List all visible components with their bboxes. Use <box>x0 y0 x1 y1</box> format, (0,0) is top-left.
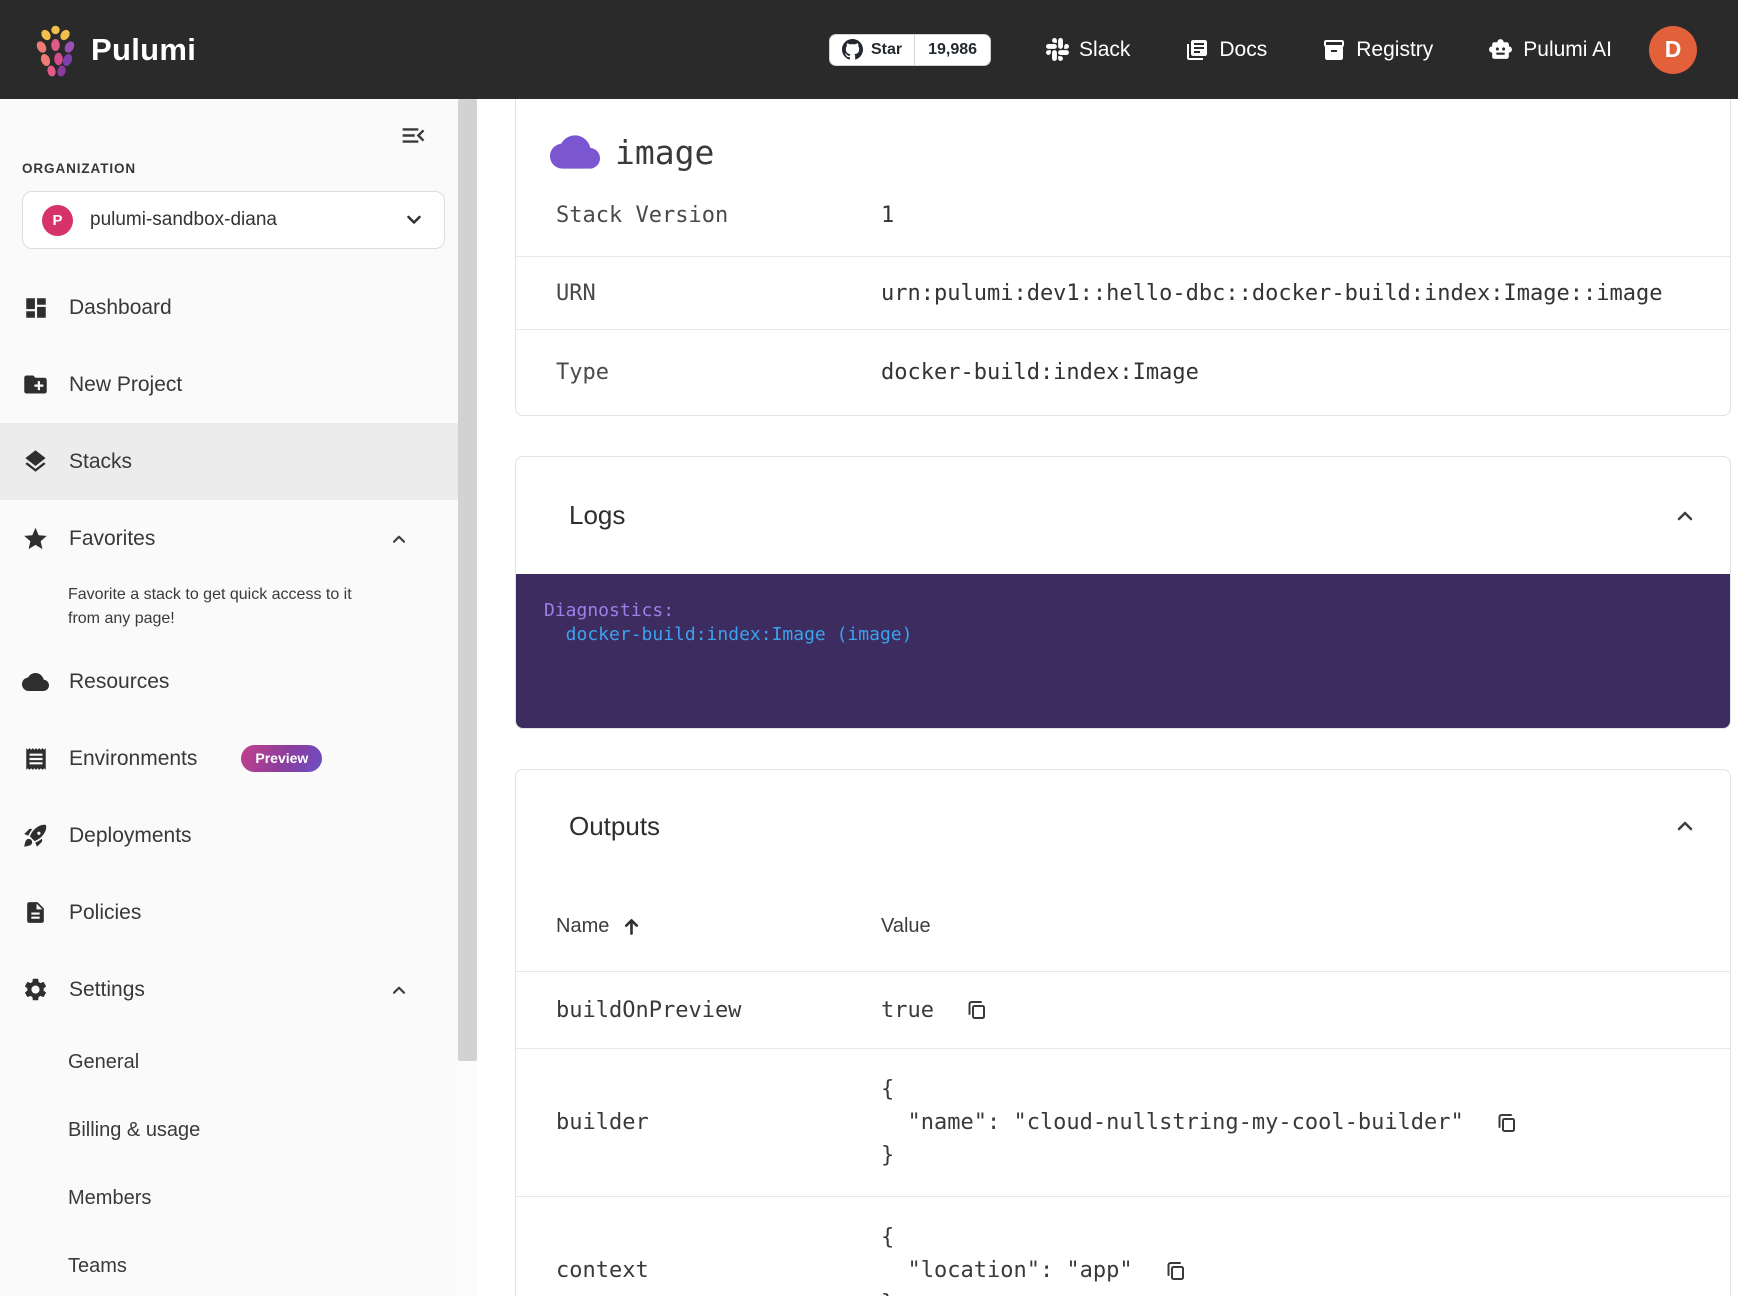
sidebar-subitem-billing[interactable]: Billing & usage <box>0 1096 458 1164</box>
resource-cloud-icon <box>550 127 600 177</box>
outputs-table-header: Name Value <box>516 882 1730 972</box>
output-name: builder <box>556 1110 881 1135</box>
sort-ascending-arrow-icon <box>621 916 642 937</box>
sidebar-item-new-project[interactable]: New Project <box>0 346 458 423</box>
output-value: { "location": "app" } <box>881 1221 1133 1296</box>
brand-name: Pulumi <box>91 32 196 68</box>
nav-link-docs[interactable]: Docs <box>1185 38 1267 62</box>
document-icon <box>22 900 49 925</box>
preview-badge: Preview <box>241 745 322 772</box>
field-label-urn: URN <box>556 281 881 306</box>
field-label-stack-version: Stack Version <box>556 203 881 228</box>
navbar-links: Star 19,986 Slack Docs Registry <box>829 26 1697 74</box>
pulumi-flower-icon <box>33 23 78 77</box>
log-console: Diagnostics: docker-build:index:Image (i… <box>516 574 1730 728</box>
nav-link-slack[interactable]: Slack <box>1046 38 1130 62</box>
sidebar-collapse-icon[interactable] <box>399 121 428 150</box>
organization-selector[interactable]: P pulumi-sandbox-diana <box>22 191 445 249</box>
outputs-sort-name-header[interactable]: Name <box>556 915 881 938</box>
log-line-diagnostics: Diagnostics: <box>544 599 1730 623</box>
logs-collapse-chevron-up-icon[interactable] <box>1674 505 1696 527</box>
sidebar-item-deployments[interactable]: Deployments <box>0 797 458 874</box>
user-avatar[interactable]: D <box>1649 26 1697 74</box>
registry-icon <box>1322 38 1346 62</box>
stacks-layers-icon <box>22 448 49 475</box>
cloud-icon <box>22 668 49 696</box>
output-value: { "name": "cloud-nullstring-my-cool-buil… <box>881 1073 1464 1172</box>
sidebar: ORGANIZATION P pulumi-sandbox-diana Dash… <box>0 99 458 1296</box>
gear-icon <box>22 976 49 1003</box>
star-icon <box>22 525 49 553</box>
sidebar-item-policies[interactable]: Policies <box>0 874 458 951</box>
field-value-urn: urn:pulumi:dev1::hello-dbc::docker-build… <box>881 281 1730 306</box>
nav-link-registry[interactable]: Registry <box>1322 38 1433 62</box>
chevron-down-icon <box>403 209 425 231</box>
output-name: context <box>556 1258 881 1283</box>
docs-icon <box>1185 38 1209 62</box>
rocket-icon <box>22 822 49 849</box>
organization-avatar: P <box>42 205 73 236</box>
new-project-folder-icon <box>22 371 49 398</box>
sidebar-item-favorites[interactable]: Favorites <box>0 500 458 577</box>
nav-link-label: Registry <box>1356 38 1433 62</box>
receipt-list-icon <box>22 746 49 772</box>
sidebar-subitem-members[interactable]: Members <box>0 1164 458 1232</box>
field-value-type: docker-build:index:Image <box>881 360 1730 385</box>
sidebar-nav: Dashboard New Project Stacks Favorites F <box>0 269 458 1296</box>
resource-summary-card: image Stack Version 1 URN urn:pulumi:dev… <box>515 99 1731 416</box>
resource-name-title: image <box>615 133 714 172</box>
sidebar-item-resources[interactable]: Resources <box>0 643 458 720</box>
nav-link-label: Pulumi AI <box>1523 38 1612 62</box>
sidebar-item-dashboard[interactable]: Dashboard <box>0 269 458 346</box>
main-content: image Stack Version 1 URN urn:pulumi:dev… <box>477 99 1738 1296</box>
sidebar-subitem-general[interactable]: General <box>0 1028 458 1096</box>
outputs-collapse-chevron-up-icon[interactable] <box>1674 815 1696 837</box>
output-row-context: context { "location": "app" } <box>516 1197 1730 1296</box>
sidebar-item-settings[interactable]: Settings <box>0 951 458 1028</box>
slack-icon <box>1046 38 1069 61</box>
favorites-hint-text: Favorite a stack to get quick access to … <box>68 583 380 631</box>
output-name: buildOnPreview <box>556 998 881 1023</box>
output-value: true <box>881 994 934 1027</box>
github-icon <box>842 39 863 60</box>
field-value-stack-version: 1 <box>881 203 1730 228</box>
github-star-count: 19,986 <box>914 35 990 65</box>
log-line-resource: docker-build:index:Image (image) <box>544 623 1730 647</box>
sidebar-item-environments[interactable]: Environments Preview <box>0 720 458 797</box>
pulumi-logo[interactable]: Pulumi <box>33 23 196 77</box>
github-star-label: Star <box>871 41 902 59</box>
sidebar-item-stacks[interactable]: Stacks <box>0 423 458 500</box>
nav-link-label: Slack <box>1079 38 1130 62</box>
output-row-buildonpreview: buildOnPreview true <box>516 972 1730 1049</box>
nav-link-pulumi-ai[interactable]: Pulumi AI <box>1488 37 1612 62</box>
organization-name: pulumi-sandbox-diana <box>90 209 386 231</box>
dashboard-icon <box>22 295 49 321</box>
sidebar-subitem-teams[interactable]: Teams <box>0 1232 458 1296</box>
logs-title: Logs <box>569 500 1674 531</box>
organization-section-label: ORGANIZATION <box>22 161 458 176</box>
outputs-value-header: Value <box>881 915 1730 938</box>
chevron-up-icon[interactable] <box>390 981 408 999</box>
copy-icon[interactable] <box>1494 1111 1518 1135</box>
robot-icon <box>1488 37 1513 62</box>
field-label-type: Type <box>556 360 881 385</box>
sidebar-scrollbar-track <box>458 99 477 1296</box>
logs-card: Logs Diagnostics: docker-build:index:Ima… <box>515 456 1731 729</box>
output-row-builder: builder { "name": "cloud-nullstring-my-c… <box>516 1049 1730 1197</box>
chevron-up-icon[interactable] <box>390 530 408 548</box>
copy-icon[interactable] <box>964 998 988 1022</box>
sidebar-scrollbar-thumb[interactable] <box>458 99 477 1061</box>
copy-icon[interactable] <box>1163 1259 1187 1283</box>
outputs-title: Outputs <box>569 811 1674 842</box>
github-star-button[interactable]: Star 19,986 <box>829 34 991 66</box>
nav-link-label: Docs <box>1219 38 1267 62</box>
outputs-card: Outputs Name Value buildOnPreview true <box>515 769 1731 1296</box>
top-navbar: Pulumi Star 19,986 Slack Docs <box>0 0 1738 99</box>
